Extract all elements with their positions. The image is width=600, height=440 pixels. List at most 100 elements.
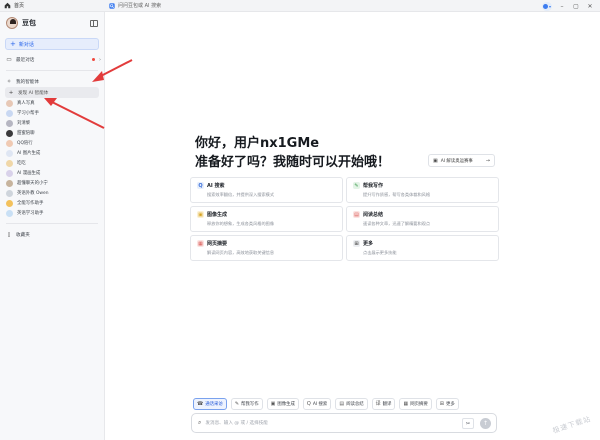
search-icon: Q — [306, 400, 311, 407]
divider — [6, 70, 98, 71]
skill-card[interactable]: ⊞ 更多 点击展示更多技能 — [346, 235, 499, 261]
toolbar-button[interactable]: Q AI 搜索 — [302, 397, 332, 410]
sidebar-toggle-icon[interactable] — [90, 19, 98, 27]
search-icon: Q — [197, 182, 204, 189]
avatar — [6, 189, 13, 197]
skill-card-description: 提升写作质感，帮写各类体裁和风格 — [363, 192, 431, 197]
sidebar-item-label: 甜蜜陪聊 — [17, 131, 35, 136]
attachment-icon[interactable]: ⌕ — [198, 419, 201, 427]
sidebar-item-agent[interactable]: AI 图片生成 — [0, 148, 104, 158]
skill-card-title: 更多 — [363, 241, 374, 247]
avatar — [6, 119, 13, 127]
sidebar-item-agent[interactable]: 英语外教 Owen — [0, 188, 104, 198]
sidebar-item-label: 收藏夹 — [16, 232, 30, 238]
send-button[interactable]: ↑ — [480, 418, 491, 429]
skill-card[interactable]: ▤ 阅读总结 速读各种文章，迅速了解精要和观点 — [346, 206, 499, 232]
sidebar-item-agent[interactable]: 英语学习助手 — [0, 208, 104, 218]
greeting-line-1: 你好，用户nx1GMe — [195, 136, 320, 151]
scissors-icon[interactable]: ✂ — [462, 418, 474, 429]
toolbar-button[interactable]: ⊞ 更多 — [435, 397, 459, 410]
greeting: 你好，用户nx1GMe 准备好了吗？我随时可以开始哦！ — [195, 134, 390, 172]
toolbar-button[interactable]: 译翻译 — [371, 397, 396, 410]
sidebar-item-agent[interactable]: 超懂聊天的小宁 — [0, 178, 104, 188]
search-icon — [109, 2, 115, 9]
avatar — [6, 129, 13, 137]
sidebar-item-label: 我的智能体 — [16, 79, 39, 85]
sidebar-item-agent[interactable]: 学习小帮手 — [0, 108, 104, 118]
skill-card-title: AI 搜索 — [207, 183, 225, 189]
toolbar-button[interactable]: ☎ 通话采访 — [193, 397, 227, 410]
sidebar-item-favorites[interactable]: ▯ 收藏夹 — [0, 229, 104, 240]
sidebar-item-agent[interactable]: QQ陪行 — [0, 138, 104, 148]
sidebar-item-agent[interactable]: AI 漫画生成 — [0, 168, 104, 178]
message-composer[interactable]: ⌕ 发消息、输入 @ 或 / 选择技能 ✂ ↑ — [191, 413, 497, 433]
more-icon: ⊞ — [353, 240, 360, 247]
avatar — [6, 139, 13, 147]
bookmark-icon: ▯ — [7, 231, 11, 238]
toolbar-button-label: AI 搜索 — [312, 401, 328, 407]
sparkle-icon: ✧ — [6, 78, 12, 85]
skill-card-description: 释放你的想象，生成各类风格的图像 — [207, 221, 275, 226]
sidebar-item-agent[interactable]: 全能写作助手 — [0, 198, 104, 208]
plus-icon: + — [10, 40, 16, 48]
address-bar[interactable]: 问问豆包或 AI 搜索 — [109, 1, 289, 10]
skill-card-title: 网页摘要 — [207, 241, 228, 247]
sidebar-item-agent[interactable]: 吃吃 — [0, 158, 104, 168]
sidebar-item-label: 刘清黎 — [17, 121, 31, 126]
account-avatar[interactable]: ▾ — [542, 1, 552, 11]
sidebar-item-label: AI 图片生成 — [17, 151, 41, 156]
toolbar-button-label: 帮我写作 — [241, 401, 259, 407]
title-bar: 首页 问问豆包或 AI 搜索 ▾ – ▢ ✕ — [0, 0, 600, 12]
home-icon — [4, 2, 11, 9]
sidebar-item-label: 超懂聊天的小宁 — [17, 181, 48, 186]
toolbar-button-label: 更多 — [445, 401, 455, 407]
avatar — [6, 179, 13, 187]
skill-card-title: 阅读总结 — [363, 212, 384, 218]
toolbar-button-label: 图像生成 — [277, 401, 295, 407]
image-icon: ▣ — [270, 400, 276, 407]
sidebar-item-agent[interactable]: 刘清黎 — [0, 118, 104, 128]
maximize-icon[interactable]: ▢ — [572, 2, 580, 10]
notification-dot — [92, 58, 95, 61]
skill-card[interactable]: Q AI 搜索搜索效率翻倍，并提供深入搜索模式 — [190, 177, 343, 203]
avatar — [6, 149, 13, 157]
toolbar-button[interactable]: ✎ 帮我写作 — [230, 397, 263, 410]
toolbar-button[interactable]: ▣ 图像生成 — [266, 397, 299, 410]
new-chat-button[interactable]: + 新对话 — [5, 38, 99, 50]
close-icon[interactable]: ✕ — [586, 2, 594, 10]
sidebar-item-label: AI 漫画生成 — [17, 171, 41, 176]
toolbar-button[interactable]: ▦ 网页摘要 — [399, 397, 432, 410]
skill-card[interactable]: ▣ 图像生成释放你的想象，生成各类风格的图像 — [190, 206, 343, 232]
sidebar-item-label: 最近对话 — [16, 57, 35, 63]
toolbar-button[interactable]: ▤ 阅读总结 — [335, 397, 368, 410]
toolbar-button-label: 通话采访 — [205, 401, 223, 407]
sidebar-item-discover-agents[interactable]: + 发现 AI 智能体 — [5, 87, 99, 98]
document-icon: ▤ — [339, 400, 345, 407]
minimize-icon[interactable]: – — [558, 2, 566, 10]
sidebar-item-agent[interactable]: 甜蜜陪聊 — [0, 128, 104, 138]
olympics-summary-button[interactable]: ▣ AI 解读奥运赛事 → — [428, 154, 495, 167]
arrow-right-icon: → — [485, 157, 490, 164]
toolbar-button-label: 阅读总结 — [346, 401, 364, 407]
sidebar-item-my-agents[interactable]: ✧ 我的智能体 — [0, 76, 104, 87]
address-placeholder: 问问豆包或 AI 搜索 — [118, 3, 162, 9]
plus-icon: + — [8, 89, 14, 96]
brand-logo — [6, 17, 18, 29]
sidebar-item-agent[interactable]: 真人写真 — [0, 98, 104, 108]
sidebar: 豆包 + 新对话 ▭ 最近对话 › ✧ 我的智能体 + 发现 AI 智能体 真人… — [0, 12, 105, 440]
skill-card-title: 图像生成 — [207, 212, 228, 218]
skill-card[interactable]: ▦ 网页摘要 解读网页内容，高效地获取关键信息 — [190, 235, 343, 261]
summary-label: AI 解读奥运赛事 — [440, 158, 473, 164]
sidebar-item-recent[interactable]: ▭ 最近对话 › — [0, 54, 104, 65]
home-tab[interactable]: 首页 — [0, 0, 106, 12]
home-label: 首页 — [14, 3, 25, 9]
skill-card-title: 帮我写作 — [363, 183, 384, 189]
skill-card[interactable]: ✎ 帮我写作 提升写作质感，帮写各类体裁和风格 — [346, 177, 499, 203]
chevron-right-icon: › — [99, 56, 101, 63]
image-icon: ▣ — [197, 211, 204, 218]
skill-card-description: 搜索效率翻倍，并提供深入搜索模式 — [207, 192, 275, 197]
avatar — [6, 209, 13, 217]
ai-summary-icon: ▣ — [433, 157, 438, 164]
sidebar-item-label: 英语学习助手 — [17, 211, 44, 216]
brand-name: 豆包 — [22, 19, 36, 27]
